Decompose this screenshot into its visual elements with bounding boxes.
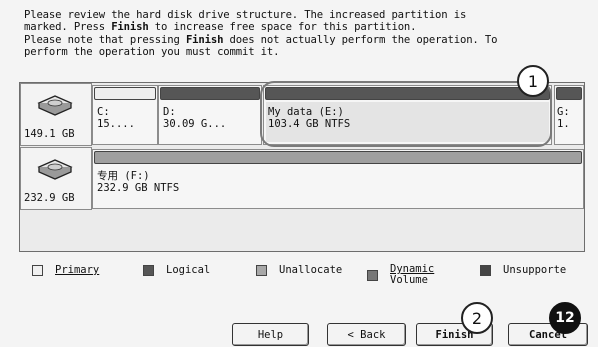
instructions-line-3: Please note that pressing Finish does no… <box>24 33 498 46</box>
partition-d[interactable]: D: 30.09 G... <box>158 85 262 145</box>
partition-g-bar <box>556 87 582 100</box>
disk-2-size: 232.9 GB <box>24 192 75 204</box>
dynamic-swatch <box>367 269 378 281</box>
hard-disk-icon <box>37 159 73 180</box>
back-button[interactable]: < Back <box>327 323 406 346</box>
instructions-line-2: marked. Press Finish to increase free sp… <box>24 21 417 34</box>
instructions-line-4: perform the operation you must commit it… <box>24 46 280 59</box>
partition-c-label: C: 15.... <box>97 106 135 130</box>
annotation-badge-1: 1 <box>517 65 549 97</box>
partition-c-bar <box>94 87 156 100</box>
annotation-badge-12: 12 <box>549 302 581 334</box>
partition-d-label: D: 30.09 G... <box>163 106 227 130</box>
partition-g[interactable]: G: 1. <box>554 85 584 145</box>
disk-1-size: 149.1 GB <box>24 128 75 140</box>
unsupported-swatch <box>480 264 491 276</box>
partition-g-label: G: 1. <box>557 106 570 130</box>
disk-row-2: 232.9 GB 专用 (F:) 232.9 GB NTFS <box>20 147 584 210</box>
help-button[interactable]: Help <box>232 323 309 346</box>
disk-map: 149.1 GB C: 15.... D: 30.09 G... My data (… <box>19 81 585 252</box>
partition-d-bar <box>160 87 260 100</box>
hard-disk-icon <box>37 95 73 116</box>
disk-row-1: 149.1 GB C: 15.... D: 30.09 G... My data (… <box>20 81 584 147</box>
legend-primary: Primary <box>32 264 99 276</box>
legend-logical: Logical <box>143 264 210 276</box>
instructions-text: Please review the hard disk drive struct… <box>24 9 590 59</box>
legend-dynamic-volume: Dynamic Volume <box>367 264 434 286</box>
partition-f[interactable]: 专用 (F:) 232.9 GB NTFS <box>92 149 584 209</box>
selected-partition-highlight <box>260 81 552 147</box>
annotation-badge-2: 2 <box>461 302 493 334</box>
disk-1-info[interactable]: 149.1 GB <box>20 83 92 146</box>
instructions-line-1: Please review the hard disk drive struct… <box>24 9 467 21</box>
logical-swatch <box>143 264 154 276</box>
legend-unallocated: Unallocate <box>256 264 342 276</box>
legend-unsupported: Unsupporte <box>480 264 566 276</box>
partition-c[interactable]: C: 15.... <box>92 85 158 145</box>
partition-f-bar <box>94 151 582 164</box>
primary-swatch <box>32 264 43 276</box>
partition-f-label: 专用 (F:) 232.9 GB NTFS <box>97 170 180 194</box>
disk-2-info[interactable]: 232.9 GB <box>20 147 92 210</box>
legend: Primary Logical Unallocate Dynamic Volume… <box>32 262 592 292</box>
unallocated-swatch <box>256 264 267 276</box>
